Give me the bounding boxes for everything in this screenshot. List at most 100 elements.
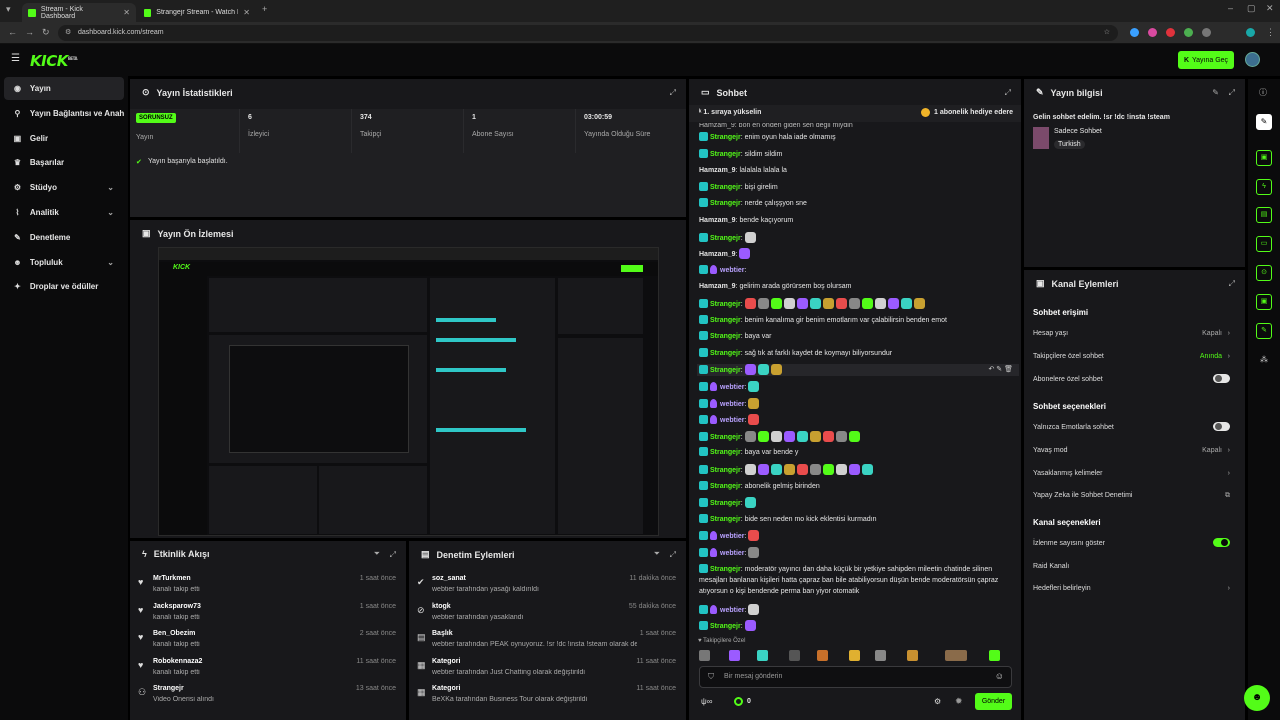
chat-message[interactable]: Strangejr: bide sen neden mo kick eklent…: [699, 513, 1017, 525]
emote-icon[interactable]: [848, 464, 860, 475]
emoji-icon[interactable]: ☺: [995, 671, 1004, 681]
emote-icon[interactable]: [748, 547, 760, 558]
chat-message[interactable]: Strangejr:: [699, 430, 1017, 443]
browser-tab-dashboard[interactable]: Stream - Kick Dashboard ✕: [22, 3, 136, 22]
emote-icon[interactable]: [875, 650, 886, 661]
chat-username[interactable]: Strangejr: [710, 367, 741, 374]
rail-preview-icon[interactable]: ⊙: [1256, 265, 1272, 281]
chat-message[interactable]: Strangejr:: [699, 298, 1017, 310]
filter-icon[interactable]: ⏷: [374, 549, 380, 559]
chat-message[interactable]: Strangejr: baya var: [699, 331, 1017, 342]
chat-message[interactable]: Strangejr: abonelik gelmiş birinden: [699, 480, 1017, 492]
close-tab-icon[interactable]: ✕: [123, 8, 130, 17]
chat-message[interactable]: Strangejr:: [699, 497, 1017, 509]
emote-icon[interactable]: [744, 464, 756, 475]
edit-layout-icon[interactable]: ✎: [1256, 114, 1272, 130]
extensions-puzzle-icon[interactable]: [1202, 28, 1211, 37]
emote-icon[interactable]: [887, 298, 899, 309]
expand-icon[interactable]: ⤢: [670, 88, 676, 98]
followers-only-row[interactable]: Takipçilere özel sohbet Anında ›: [1033, 353, 1238, 360]
rail-info-icon[interactable]: ✎: [1256, 323, 1272, 339]
emote-icon[interactable]: [757, 464, 769, 475]
chat-username[interactable]: Strangejr: [710, 333, 741, 340]
minimize-icon[interactable]: –: [1228, 3, 1233, 13]
sidebar-item[interactable]: ⚙ Stüdyo ⌄: [4, 176, 124, 199]
emote-icon[interactable]: [757, 430, 769, 442]
info-icon[interactable]: ⓘ: [1259, 87, 1267, 98]
chat-message[interactable]: webtier:: [699, 530, 1017, 542]
emote-icon[interactable]: [744, 620, 756, 632]
emote-icon[interactable]: [822, 430, 834, 442]
site-info-icon[interactable]: ⚙: [65, 25, 71, 41]
help-chat-icon[interactable]: ☻: [1244, 685, 1270, 711]
emote-icon[interactable]: [809, 298, 821, 309]
rail-activity-icon[interactable]: ϟ: [1256, 179, 1272, 195]
emote-icon[interactable]: [783, 298, 795, 309]
banned-words-row[interactable]: Yasaklanmış kelimeler ›: [1033, 470, 1238, 477]
chat-username[interactable]: Strangejr: [710, 449, 741, 456]
emote-icon[interactable]: [783, 464, 795, 475]
close-tab-icon[interactable]: ✕: [243, 8, 250, 17]
chat-message[interactable]: Hamzam_9: gelirim arada görürsem boş olu…: [699, 281, 1017, 292]
emote-icon[interactable]: [822, 298, 834, 309]
url-input[interactable]: ⚙ dashboard.kick.com/stream ☆: [58, 25, 1118, 41]
chat-username[interactable]: Hamzam_9: [699, 167, 736, 174]
bookmark-star-icon[interactable]: ☆: [1104, 25, 1110, 41]
emote-icon[interactable]: [770, 364, 782, 376]
chat-message[interactable]: webtier:: [699, 381, 1017, 393]
chat-message[interactable]: Strangejr: sağ tık at farklı kaydet de k…: [699, 347, 1017, 359]
emote-icon[interactable]: [835, 430, 847, 442]
chat-settings-link-icon[interactable]: ψ∞: [701, 697, 712, 706]
chat-message[interactable]: webtier:: [699, 547, 1017, 559]
filter-icon[interactable]: ⏷: [654, 549, 660, 559]
chat-message[interactable]: Strangejr: bişi girelim: [699, 181, 1017, 193]
emote-icon[interactable]: [796, 298, 808, 309]
emote-icon[interactable]: [835, 298, 847, 309]
emote-icon[interactable]: [757, 364, 769, 376]
raid-row[interactable]: Raid Kanalı: [1033, 563, 1238, 570]
rail-stats-icon[interactable]: ▣: [1256, 150, 1272, 166]
bot-icon[interactable]: ✹: [955, 696, 963, 707]
emote-icon[interactable]: [913, 298, 925, 309]
extension-icon[interactable]: [1130, 28, 1139, 37]
emote-icon[interactable]: [848, 430, 860, 442]
chat-username[interactable]: Hamzam_9: [699, 283, 736, 290]
rail-actions-icon[interactable]: ▣: [1256, 294, 1272, 310]
reload-icon[interactable]: ↻: [42, 27, 50, 38]
show-viewers-toggle[interactable]: [1213, 538, 1230, 547]
sidebar-item[interactable]: ☻ Topluluk ⌄: [4, 251, 124, 274]
chat-username[interactable]: Strangejr: [710, 500, 741, 507]
chat-message[interactable]: Strangejr: baya var bende y: [699, 447, 1017, 458]
chat-username[interactable]: Strangejr: [710, 200, 741, 207]
edit-icon[interactable]: ✎: [1212, 88, 1219, 97]
chat-username[interactable]: webtier: [720, 533, 745, 540]
chat-message[interactable]: Hamzam_9: lalalala lalala la: [699, 165, 1017, 176]
emote-icon[interactable]: [945, 650, 967, 661]
emote-icon[interactable]: [699, 650, 710, 661]
chat-input[interactable]: ⛉ Bir mesaj gönderin ☺: [699, 666, 1012, 688]
chat-username[interactable]: webtier: [720, 401, 745, 408]
emote-icon[interactable]: [796, 430, 808, 442]
chat-message[interactable]: Strangejr: nerde çalışşyon sne: [699, 198, 1017, 209]
new-tab-icon[interactable]: +: [262, 4, 267, 14]
chat-username[interactable]: Strangejr: [710, 434, 741, 441]
emote-icon[interactable]: [757, 650, 768, 661]
emote-icon[interactable]: [874, 298, 886, 309]
chat-message[interactable]: Hamzam_9: bende kaçıyorum: [699, 215, 1017, 226]
forward-icon[interactable]: →: [25, 27, 34, 37]
rail-chat-icon[interactable]: ▭: [1256, 236, 1272, 252]
chat-username[interactable]: Strangejr: [710, 623, 741, 630]
go-live-button[interactable]: K Yayına Geç: [1178, 51, 1234, 69]
emote-icon[interactable]: [744, 298, 756, 309]
sidebar-item[interactable]: ♛ Başarılar: [4, 151, 124, 174]
chat-username[interactable]: Strangejr: [710, 151, 741, 158]
send-button[interactable]: Gönder: [975, 693, 1012, 710]
pinned-bar[interactable]: ᵏ 1. sıraya yükselin 1 abonelik hediye e…: [689, 105, 1021, 122]
settings-gear-icon[interactable]: ⚙: [934, 697, 941, 706]
emote-icon[interactable]: [861, 298, 873, 309]
chat-username[interactable]: Strangejr: [710, 134, 741, 141]
sidebar-item[interactable]: ◉ Yayın: [4, 77, 124, 100]
emote-icon[interactable]: [744, 231, 756, 243]
emote-icon[interactable]: [822, 464, 834, 475]
sidebar-item[interactable]: ✦ Droplar ve ödüller: [4, 275, 124, 298]
